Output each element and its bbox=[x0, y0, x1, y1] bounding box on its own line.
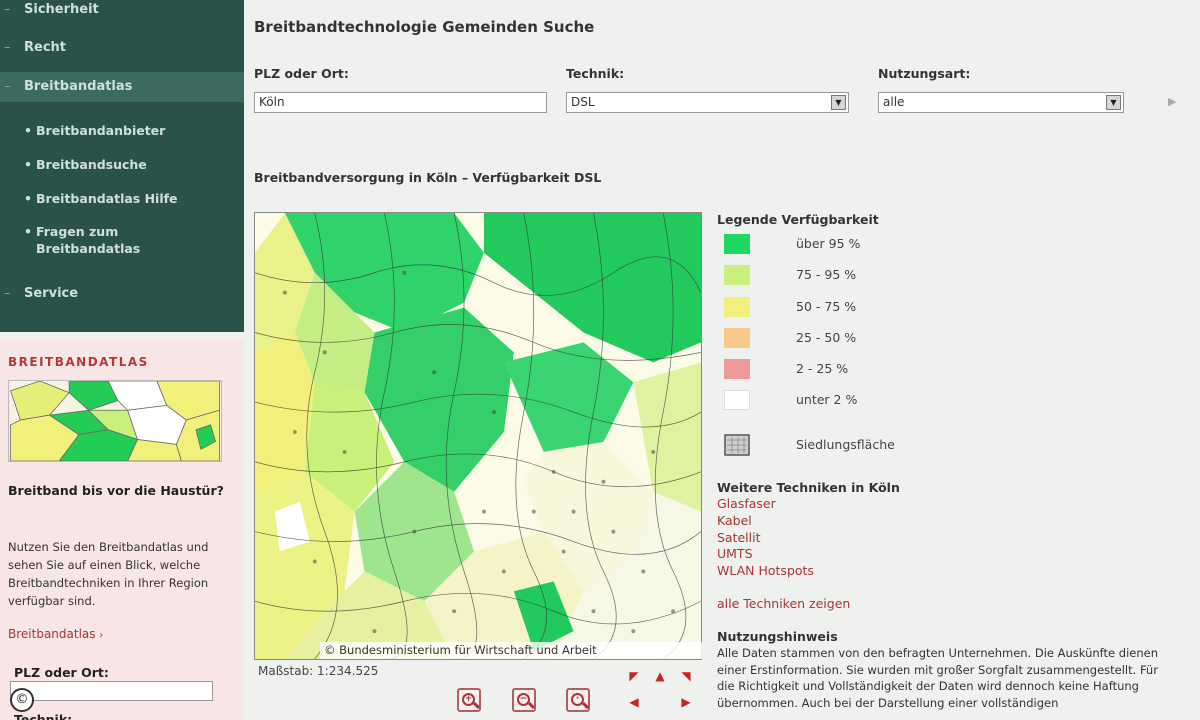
bullet-icon: • bbox=[24, 157, 32, 172]
sidebar-subitem-label: Breitbandsuche bbox=[36, 157, 147, 172]
promo-plz-input[interactable] bbox=[10, 681, 213, 701]
more-techniques-title: Weitere Techniken in Köln bbox=[717, 480, 900, 495]
dropdown-arrow-icon: ▼ bbox=[1106, 95, 1121, 110]
broadband-availability-map[interactable] bbox=[254, 212, 702, 660]
pan-up-button[interactable]: ▲ bbox=[652, 668, 668, 684]
plz-input[interactable]: Köln bbox=[254, 92, 547, 113]
technik-select[interactable]: DSL ▼ bbox=[566, 92, 849, 113]
tech-link-glasfaser[interactable]: Glasfaser bbox=[717, 496, 776, 511]
legend-label: unter 2 % bbox=[796, 392, 858, 407]
legend-label: 75 - 95 % bbox=[796, 267, 857, 282]
nav-dash-icon: – bbox=[4, 286, 11, 301]
legend-swatch bbox=[724, 297, 750, 317]
nav-dash-icon: – bbox=[4, 40, 11, 55]
sidebar-subitem-fragen[interactable]: • Fragen zum Breitbandatlas bbox=[24, 223, 234, 259]
breitbandatlas-promo: BREITBANDATLAS Breitband bis vor die Hau… bbox=[0, 340, 244, 720]
sidebar-subitem-label: Breitbandanbieter bbox=[36, 123, 166, 138]
promo-plz-label: PLZ oder Ort: bbox=[14, 665, 109, 680]
pan-left-button[interactable]: ◀ bbox=[626, 694, 642, 710]
nutzungsart-select[interactable]: alle ▼ bbox=[878, 92, 1124, 113]
sidebar-item-breitbandatlas[interactable]: – Breitbandatlas bbox=[0, 72, 244, 102]
dropdown-arrow-icon: ▼ bbox=[831, 95, 846, 110]
magnifier-handle-icon bbox=[581, 701, 590, 710]
sidebar-item-label: Sicherheit bbox=[24, 2, 99, 17]
legend-swatch bbox=[724, 359, 750, 379]
usage-hint-title: Nutzungshinweis bbox=[717, 629, 838, 644]
pan-up-left-button[interactable]: ◤ bbox=[626, 668, 642, 684]
technik-select-value: DSL bbox=[571, 95, 595, 109]
legend-swatch bbox=[724, 234, 750, 254]
nav-dash-icon: – bbox=[4, 79, 11, 94]
magnifier-handle-icon bbox=[472, 701, 481, 710]
settlement-swatch bbox=[724, 434, 750, 456]
page-title: Breitbandtechnologie Gemeinden Suche bbox=[254, 18, 595, 36]
sidebar-subitem-label: Breitbandatlas Hilfe bbox=[36, 191, 178, 206]
zoom-reset-button[interactable]: · bbox=[566, 688, 590, 712]
map-copyright: © Bundesministerium für Wirtschaft und A… bbox=[320, 642, 702, 659]
legend-label: über 95 % bbox=[796, 236, 861, 251]
legend-swatch bbox=[724, 265, 750, 285]
sidebar-item-label: Service bbox=[24, 286, 79, 301]
bullet-icon: • bbox=[24, 191, 32, 206]
sidebar-item-label: Breitbandatlas bbox=[24, 79, 133, 94]
chevron-right-icon: › bbox=[99, 630, 104, 641]
sidebar-item-label: Recht bbox=[24, 40, 67, 55]
pan-right-button[interactable]: ▶ bbox=[678, 694, 694, 710]
promo-question: Breitband bis vor die Haustür? bbox=[8, 483, 224, 498]
map-section-title: Breitbandversorgung in Köln – Verfügbark… bbox=[254, 170, 602, 185]
nav-dash-icon: – bbox=[4, 2, 11, 17]
legend-swatch bbox=[724, 390, 750, 410]
pan-up-right-button[interactable]: ◥ bbox=[678, 668, 694, 684]
legend-swatch bbox=[724, 328, 750, 348]
zoom-out-button[interactable]: − bbox=[512, 688, 536, 712]
sidebar-subitem-label: Fragen zum Breitbandatlas bbox=[36, 224, 141, 256]
legend-label: 2 - 25 % bbox=[796, 361, 849, 376]
breitbandatlas-link[interactable]: Breitbandatlas › bbox=[8, 627, 103, 641]
arrow-right-icon[interactable]: ▶ bbox=[1168, 95, 1176, 108]
tech-link-satellit[interactable]: Satellit bbox=[717, 530, 761, 545]
promo-description: Nutzen Sie den Breitbandatlas und sehen … bbox=[8, 540, 209, 608]
copyright-icon: © bbox=[10, 688, 34, 712]
promo-title: BREITBANDATLAS bbox=[8, 355, 149, 369]
all-techniques-link[interactable]: alle Techniken zeigen bbox=[717, 596, 850, 611]
tech-link-umts[interactable]: UMTS bbox=[717, 546, 753, 561]
magnifier-handle-icon bbox=[527, 701, 536, 710]
promo-technik-label: Technik: bbox=[14, 712, 73, 720]
bullet-icon: • bbox=[24, 123, 32, 138]
promo-map-thumbnail[interactable] bbox=[8, 380, 222, 462]
breitbandatlas-link-label: Breitbandatlas bbox=[8, 627, 96, 641]
bullet-icon: • bbox=[24, 224, 32, 239]
sidebar-navigation: – Sicherheit – Recht – Breitbandatlas • … bbox=[0, 0, 244, 332]
tech-link-kabel[interactable]: Kabel bbox=[717, 513, 752, 528]
tech-link-wlan[interactable]: WLAN Hotspots bbox=[717, 563, 814, 578]
usage-hint-text: Alle Daten stammen von den befragten Unt… bbox=[717, 646, 1158, 710]
legend-title: Legende Verfügbarkeit bbox=[717, 212, 879, 227]
legend-label: 25 - 50 % bbox=[796, 330, 857, 345]
map-scale: Maßstab: 1:234.525 bbox=[258, 664, 379, 678]
nutzungsart-select-value: alle bbox=[883, 95, 905, 109]
legend-label: 50 - 75 % bbox=[796, 299, 857, 314]
plz-label: PLZ oder Ort: bbox=[254, 66, 349, 81]
nutzungsart-label: Nutzungsart: bbox=[878, 66, 971, 81]
settlement-label: Siedlungsfläche bbox=[796, 437, 895, 452]
zoom-in-button[interactable]: + bbox=[457, 688, 481, 712]
technik-label: Technik: bbox=[566, 66, 625, 81]
